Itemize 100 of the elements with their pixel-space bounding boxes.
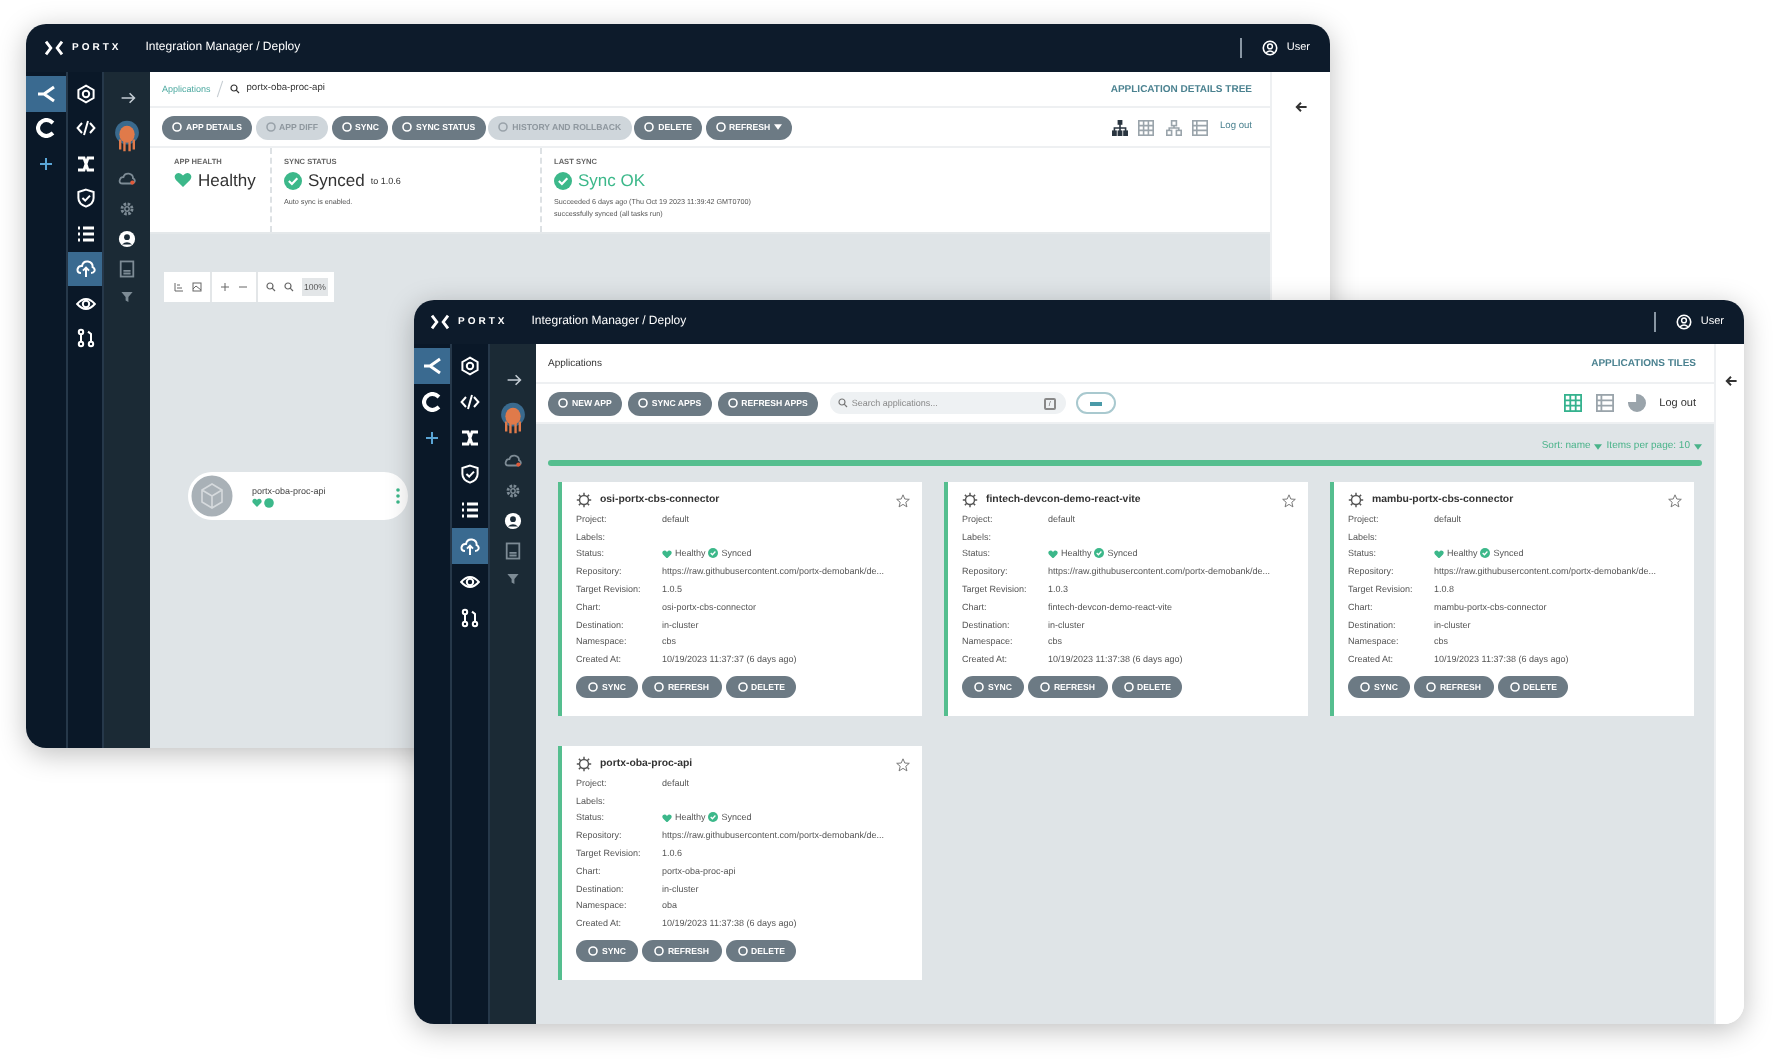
- document-icon[interactable]: [118, 260, 136, 278]
- merge-icon: [75, 328, 95, 349]
- collapse-arrow-icon[interactable]: [1723, 374, 1737, 388]
- circle-icon: [401, 122, 412, 132]
- list-icon: [460, 500, 480, 520]
- check-circle-icon: [708, 812, 719, 823]
- plus-icon[interactable]: [220, 282, 230, 292]
- cloud-upload-icon: [460, 536, 480, 556]
- nav-item[interactable]: [68, 251, 102, 286]
- cloud-upload-icon: [75, 258, 95, 279]
- circle-icon: [172, 122, 182, 132]
- shield-icon: [460, 464, 480, 484]
- view-toggle[interactable]: [1188, 119, 1213, 135]
- star-icon[interactable]: [1282, 493, 1296, 507]
- status-icons: [252, 497, 276, 507]
- app-card[interactable]: [558, 482, 922, 716]
- health-value: Healthy: [198, 170, 256, 190]
- caret-icon: [1594, 443, 1603, 449]
- minus-icon: [1089, 401, 1102, 405]
- caret-icon: [774, 124, 783, 130]
- check-circle-icon: [284, 171, 302, 189]
- app-card[interactable]: [558, 746, 922, 980]
- view-toggle[interactable]: [1107, 119, 1132, 135]
- grid-icon: [1563, 394, 1582, 412]
- tree-icon: [1111, 119, 1128, 135]
- eye-icon: [75, 293, 95, 314]
- app-card[interactable]: [944, 482, 1308, 716]
- star-icon[interactable]: [1668, 493, 1682, 507]
- avatar-icon: [110, 118, 144, 154]
- user-icon[interactable]: [1676, 314, 1693, 330]
- heart-icon: [1048, 549, 1058, 559]
- branch-icon: [422, 356, 442, 376]
- hexagon-icon: [75, 83, 95, 104]
- zoom-in-icon[interactable]: [266, 282, 276, 292]
- circle-icon: [265, 122, 276, 132]
- heart-icon: [174, 172, 192, 188]
- check-circle-icon: [708, 548, 719, 559]
- shuffle-icon: [75, 153, 95, 174]
- code-icon: [75, 118, 95, 139]
- shuffle-icon: [460, 428, 480, 448]
- plus-icon: [422, 428, 442, 448]
- arc-icon: [422, 392, 442, 412]
- gear-icon[interactable]: [504, 482, 522, 500]
- arrow-right-icon[interactable]: [505, 372, 521, 388]
- star-icon[interactable]: [896, 757, 910, 771]
- check-circle-icon: [1480, 548, 1491, 559]
- search-icon: [837, 398, 848, 408]
- circle-icon: [644, 122, 655, 132]
- network-icon: [1165, 119, 1182, 135]
- circle-icon: [715, 122, 726, 132]
- code-icon: [460, 392, 480, 412]
- separator-icon: [216, 80, 225, 98]
- circle-icon: [498, 122, 509, 132]
- sync-value: Synced: [308, 170, 365, 190]
- user-icon[interactable]: [1262, 40, 1279, 56]
- logo-icon: [430, 314, 450, 330]
- user-icon[interactable]: [118, 230, 136, 248]
- grid-icon: [1138, 119, 1155, 135]
- caret-icon: [1694, 443, 1702, 449]
- logo-icon: [44, 40, 64, 56]
- last-sync-value: Sync OK: [578, 170, 646, 190]
- filter-icon[interactable]: [506, 572, 520, 586]
- collapse-arrow-icon[interactable]: [1294, 100, 1308, 114]
- user-icon[interactable]: [504, 512, 522, 530]
- heart-icon: [662, 813, 672, 823]
- circle-icon: [558, 398, 568, 408]
- view-toggle[interactable]: [1161, 119, 1186, 135]
- cube-icon: [188, 472, 236, 520]
- arrow-right-icon[interactable]: [119, 90, 135, 106]
- arc-icon: [36, 118, 56, 139]
- cloud-icon[interactable]: [118, 170, 136, 188]
- branch-icon: [36, 83, 56, 104]
- hexagon-icon: [460, 356, 480, 376]
- view-toggle[interactable]: [1134, 119, 1159, 135]
- circle-icon: [341, 122, 352, 132]
- zoom-out-icon[interactable]: [284, 282, 294, 292]
- shield-icon: [75, 188, 95, 209]
- view-toggle[interactable]: [1559, 394, 1586, 412]
- eye-icon: [460, 572, 480, 592]
- check-circle-icon: [1094, 548, 1105, 559]
- plus-icon: [36, 153, 56, 174]
- document-icon[interactable]: [504, 542, 522, 560]
- list-icon: [75, 223, 95, 244]
- gear-icon[interactable]: [118, 200, 136, 218]
- filter-icon[interactable]: [120, 290, 134, 304]
- toggle-button[interactable]: [1075, 392, 1116, 414]
- list-icon: [1595, 394, 1614, 412]
- star-icon[interactable]: [896, 493, 910, 507]
- merge-icon: [460, 608, 480, 628]
- heart-icon: [1434, 549, 1444, 559]
- heart-icon: [662, 549, 672, 559]
- view-toggle[interactable]: [1623, 394, 1650, 412]
- view-toggle[interactable]: [1591, 394, 1618, 412]
- image-icon[interactable]: [192, 282, 202, 292]
- check-circle-icon: [554, 171, 572, 189]
- pie-icon: [1627, 394, 1646, 412]
- cloud-icon[interactable]: [504, 452, 522, 470]
- search-icon: [230, 84, 241, 94]
- list-icon: [1192, 119, 1209, 135]
- app-card[interactable]: [1330, 482, 1694, 716]
